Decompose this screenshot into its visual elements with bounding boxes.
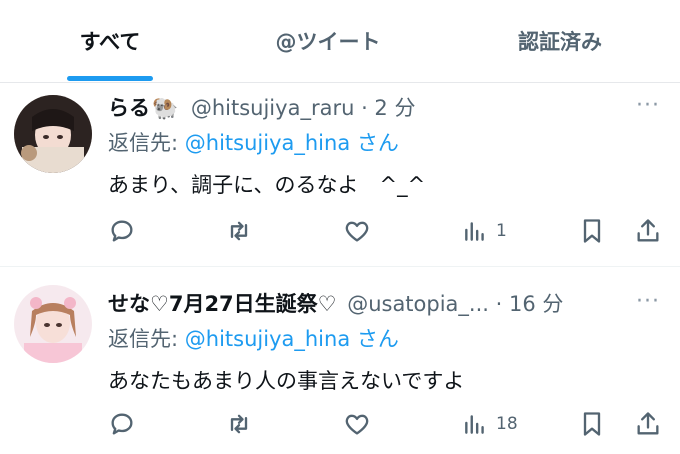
avatar-image — [14, 95, 92, 173]
share-icon — [637, 219, 659, 242]
avatar[interactable] — [14, 95, 92, 173]
views-count: 1 — [496, 221, 507, 241]
reply-prefix: 返信先: — [108, 131, 185, 155]
reply-suffix: さん — [350, 131, 399, 155]
bookmark-icon — [583, 412, 601, 436]
reply-icon — [111, 220, 133, 242]
heart-icon — [345, 221, 369, 242]
display-name[interactable]: せな♡7月27日生誕祭♡ — [108, 292, 337, 316]
bookmark-button[interactable] — [578, 217, 606, 245]
views-button[interactable]: 1 — [462, 217, 507, 245]
tab-all-label: すべて — [79, 30, 141, 54]
reply-suffix: さん — [350, 327, 399, 351]
tweet[interactable]: せな♡7月27日生誕祭♡ @usatopia_... · 16 分 ··· 返信… — [0, 267, 680, 454]
views-count: 18 — [496, 414, 518, 434]
share-icon — [637, 412, 659, 435]
views-button[interactable]: 18 — [462, 410, 518, 438]
more-options-icon[interactable]: ··· — [636, 93, 660, 118]
sheep-emoji: 🐏 — [152, 96, 179, 120]
avatar[interactable] — [14, 285, 92, 363]
display-name[interactable]: らる — [108, 96, 150, 120]
tab-tweets[interactable]: @ツイート — [228, 0, 428, 82]
tab-verified-label: 認証済み — [518, 30, 602, 54]
tweet-text: あなたもあまり人の事言えないですよ — [108, 369, 465, 393]
retweet-icon — [230, 221, 248, 241]
reply-mention[interactable]: @hitsujiya_hina — [185, 131, 350, 155]
tweet-text: あまり、調子に、のるなよ ^_^ — [108, 173, 426, 197]
heart-icon — [345, 414, 369, 435]
active-tab-indicator — [67, 76, 153, 81]
like-button[interactable] — [343, 410, 371, 438]
timestamp[interactable]: · 16 分 — [496, 292, 564, 316]
reply-button[interactable] — [108, 217, 136, 245]
like-button[interactable] — [343, 217, 371, 245]
tab-bar: すべて @ツイート 認証済み — [0, 0, 680, 83]
retweet-button[interactable] — [224, 410, 254, 438]
user-handle[interactable]: @hitsujiya_raru — [191, 96, 355, 120]
tweet-header: せな♡7月27日生誕祭♡ @usatopia_... · 16 分 — [108, 288, 563, 318]
reply-icon — [111, 413, 133, 435]
tweet-header: らる🐏 @hitsujiya_raru · 2 分 — [108, 92, 415, 122]
tweet[interactable]: らる🐏 @hitsujiya_raru · 2 分 ··· 返信先: @hits… — [0, 83, 680, 267]
timestamp[interactable]: · 2 分 — [361, 96, 415, 120]
more-options-icon[interactable]: ··· — [636, 289, 660, 314]
tab-verified[interactable]: 認証済み — [460, 0, 660, 82]
bookmark-button[interactable] — [578, 410, 606, 438]
reply-button[interactable] — [108, 410, 136, 438]
analytics-icon — [465, 415, 484, 434]
bookmark-icon — [583, 219, 601, 243]
share-button[interactable] — [634, 217, 662, 245]
avatar-image — [14, 285, 92, 363]
reply-context: 返信先: @hitsujiya_hina さん — [108, 127, 399, 157]
share-button[interactable] — [634, 410, 662, 438]
tab-tweets-label: @ツイート — [275, 30, 381, 54]
user-handle[interactable]: @usatopia_... — [347, 292, 489, 316]
reply-prefix: 返信先: — [108, 327, 185, 351]
reply-mention[interactable]: @hitsujiya_hina — [185, 327, 350, 351]
tab-all[interactable]: すべて — [10, 0, 210, 82]
analytics-icon — [465, 222, 484, 241]
reply-context: 返信先: @hitsujiya_hina さん — [108, 323, 399, 353]
retweet-icon — [230, 414, 248, 434]
retweet-button[interactable] — [224, 217, 254, 245]
